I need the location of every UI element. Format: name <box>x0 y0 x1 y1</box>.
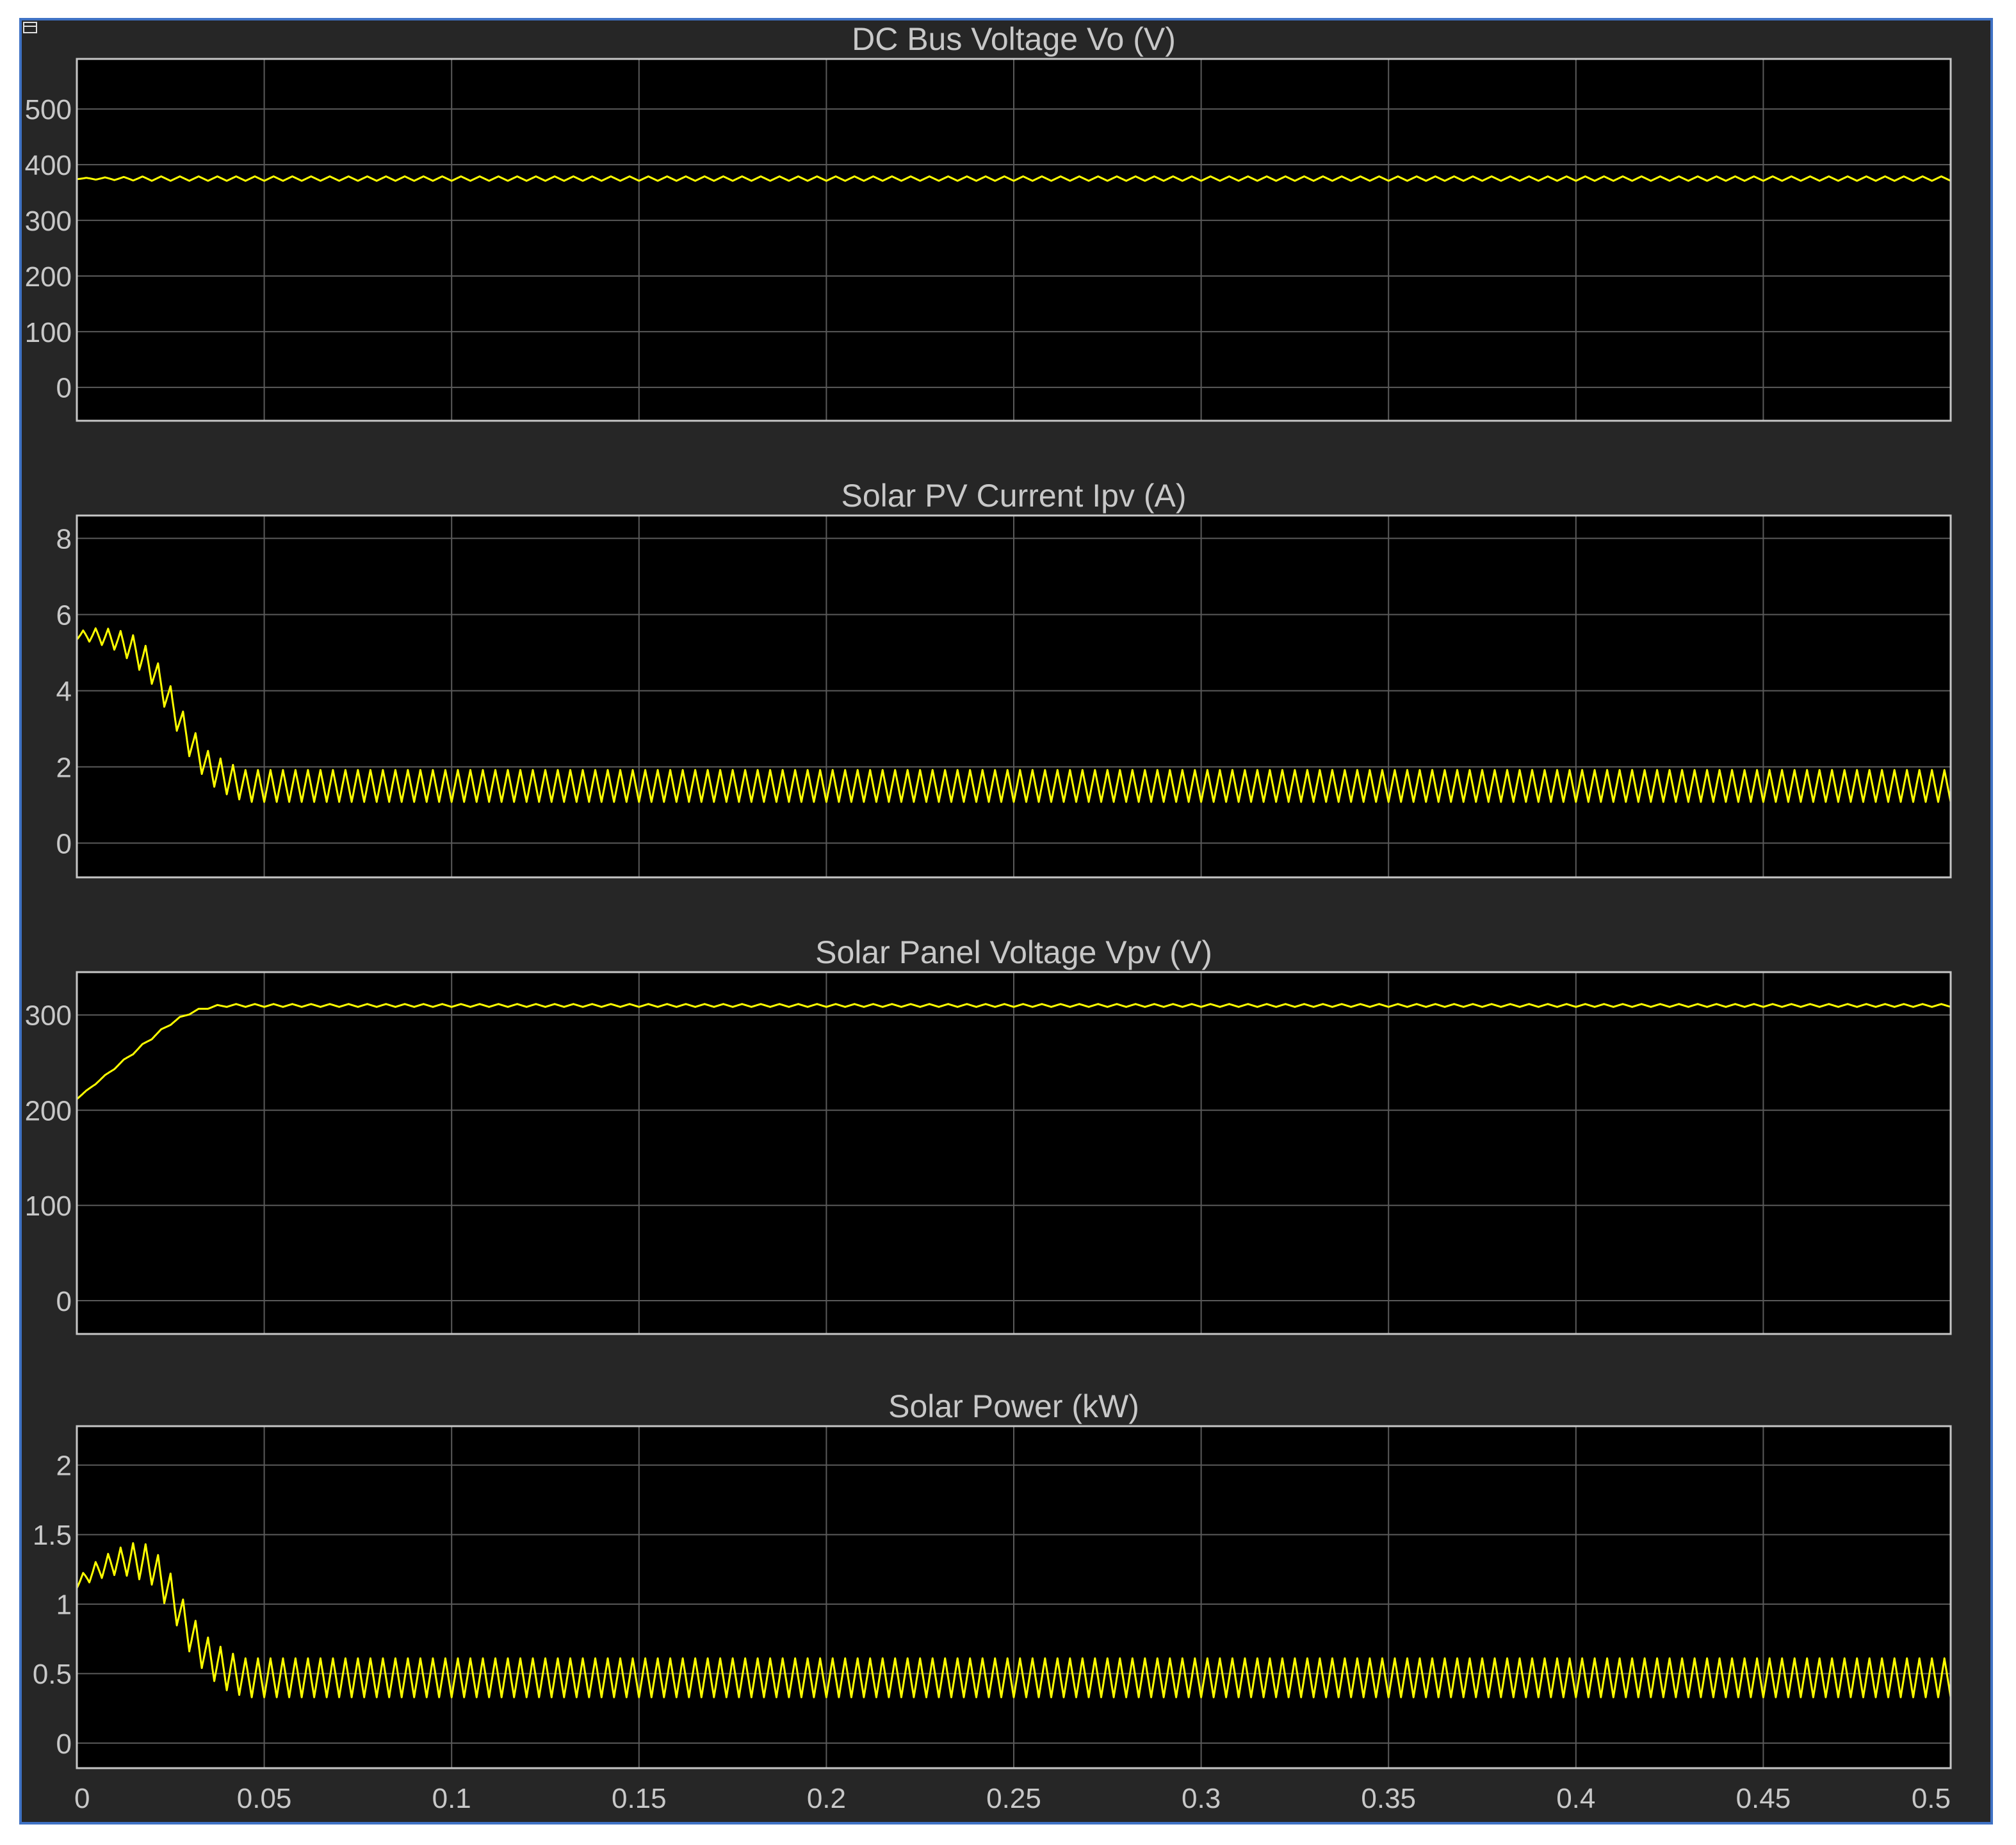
scope-window: 0 100 200 300 400 500 DC Bus Voltage Vo (V) 0 2 4… <box>19 18 1993 1825</box>
y-tick-label: 200 <box>25 1095 72 1126</box>
x-tick-label: 0.25 <box>986 1783 1041 1814</box>
y-tick-label: 100 <box>25 1191 72 1222</box>
scope-figure: 0100200300400500DC Bus Voltage Vo (V)024… <box>22 20 1990 1822</box>
x-tick-label: 0.2 <box>807 1783 846 1814</box>
x-tick-label: 0.1 <box>432 1783 471 1814</box>
y-tick-label: 0.5 <box>33 1659 72 1690</box>
x-tick-label: 0.4 <box>1556 1783 1595 1814</box>
y-tick-label: 200 <box>25 261 72 293</box>
panel-title: Solar Power (kW) <box>888 1388 1139 1424</box>
y-tick-label: 0 <box>56 373 72 404</box>
dock-icon[interactable] <box>22 20 38 35</box>
y-tick-label: 2 <box>56 752 72 783</box>
panel-title: DC Bus Voltage Vo (V) <box>852 21 1176 57</box>
scope-panel-2: 0 2 4 6 8 Solar PV Current Ipv (A) <box>56 478 1952 879</box>
x-tick-label: 0 <box>74 1783 90 1814</box>
y-tick-label: 6 <box>56 599 72 631</box>
y-tick-label: 500 <box>25 94 72 126</box>
x-tick-label: 0.5 <box>1912 1783 1951 1814</box>
x-tick-label: 0.05 <box>237 1783 292 1814</box>
y-tick-label: 0 <box>56 1728 72 1760</box>
x-tick-label: 0.35 <box>1361 1783 1416 1814</box>
y-tick-label: 100 <box>25 317 72 348</box>
y-tick-label: 0 <box>56 828 72 859</box>
y-tick-label: 4 <box>56 676 72 707</box>
scope-panel-1: 0 100 200 300 400 500 DC Bus Voltage Vo (V) <box>25 21 1952 422</box>
panel-title: Solar PV Current Ipv (A) <box>841 478 1186 514</box>
y-tick-label: 8 <box>56 524 72 555</box>
y-tick-label: 300 <box>25 1000 72 1032</box>
y-tick-label: 400 <box>25 150 72 181</box>
y-tick-label: 2 <box>56 1451 72 1482</box>
y-tick-label: 300 <box>25 206 72 237</box>
y-tick-label: 1 <box>56 1589 72 1621</box>
scope-panel-4: 0 0.5 1 1.5 2 Solar Power (kW) 0 0.05 0.1 0.15 0.2… <box>33 1388 1952 1814</box>
x-tick-label: 0.15 <box>612 1783 667 1814</box>
x-tick-label: 0.45 <box>1736 1783 1791 1814</box>
x-tick-label: 0.3 <box>1182 1783 1221 1814</box>
scope-panel-3: 0 100 200 300 Solar Panel Voltage Vpv (V) <box>25 934 1952 1335</box>
y-tick-label: 0 <box>56 1286 72 1317</box>
y-tick-label: 1.5 <box>33 1520 72 1551</box>
panel-title: Solar Panel Voltage Vpv (V) <box>815 934 1212 970</box>
